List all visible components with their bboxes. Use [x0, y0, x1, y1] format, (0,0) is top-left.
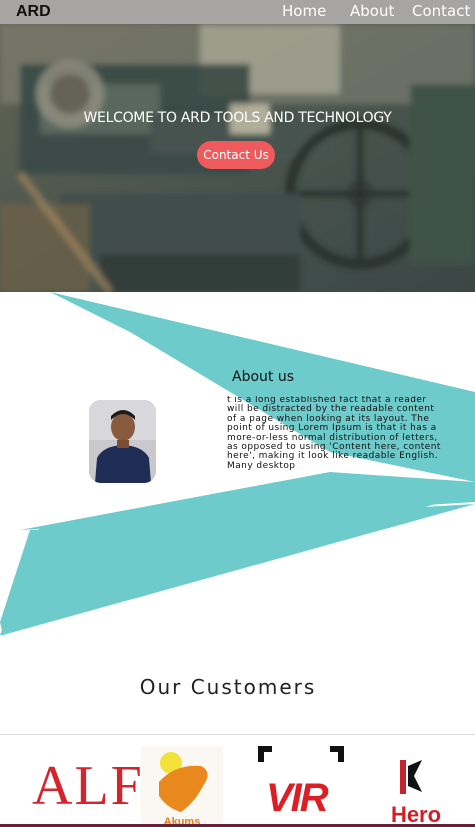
customer-logo-akums: Akums	[141, 746, 223, 827]
vir-logo-text: VIR	[266, 776, 329, 820]
alf-logo-text: ALF	[32, 755, 144, 817]
profile-photo	[89, 400, 156, 483]
customers-title: Our Customers	[139, 675, 317, 699]
top-navbar: ARD Home About Contact	[0, 0, 475, 24]
akums-emblem-icon	[159, 752, 208, 812]
nav-link-home[interactable]: Home	[282, 2, 326, 20]
customer-logo-hero: Hero	[378, 746, 454, 827]
about-description: t is a long established fact that a read…	[227, 396, 441, 471]
customer-logo-strip: ALF Akums VIR Hero	[0, 734, 475, 827]
nav-link-contact[interactable]: Contact	[412, 2, 470, 20]
hero-title: WELCOME TO ARD TOOLS AND TECHNOLOGY	[83, 110, 392, 126]
nav-link-about[interactable]: About	[350, 2, 394, 20]
customer-logo-alf: ALF	[26, 746, 142, 827]
contact-us-button[interactable]: Contact Us	[197, 141, 275, 169]
customer-logo-vir: VIR	[258, 746, 344, 827]
about-title: About us	[232, 369, 295, 385]
about-section: About us t is a long established fact th…	[0, 292, 475, 652]
brand-logo[interactable]: ARD	[16, 3, 51, 21]
hero-banner: WELCOME TO ARD TOOLS AND TECHNOLOGY Cont…	[0, 24, 475, 292]
